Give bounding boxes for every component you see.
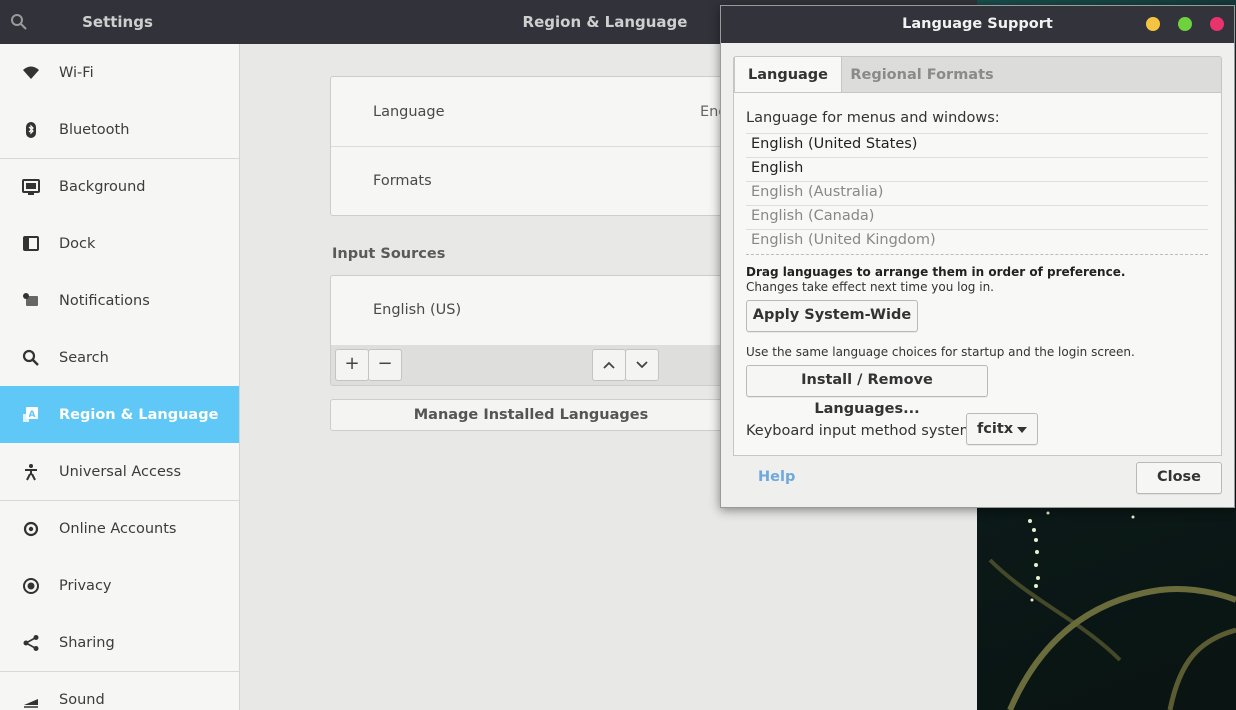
install-remove-languages-button[interactable]: Install / Remove Languages... — [746, 365, 988, 417]
formats-row-label[interactable]: Formats — [373, 173, 432, 189]
language-row-label[interactable]: Language — [373, 104, 445, 120]
language-list-item[interactable]: English (Australia) — [746, 181, 1208, 206]
input-method-label: Keyboard input method system: — [746, 423, 979, 439]
sidebar-item-label: Background — [59, 178, 146, 195]
language-name: English (Canada) — [751, 208, 875, 224]
language-formats-card: Language Eng Formats — [330, 76, 732, 216]
panel-title: Region & Language — [522, 13, 688, 31]
settings-sidebar: Wi-Fi Bluetooth Background Dock Notifica… — [0, 44, 240, 710]
svg-text:A: A — [29, 410, 36, 420]
search-icon[interactable] — [10, 13, 28, 31]
input-sources-toolbar: + − — [330, 345, 732, 386]
language-name: English (Australia) — [751, 184, 884, 200]
notifications-icon — [23, 292, 38, 306]
add-input-source-button[interactable]: + — [335, 349, 369, 381]
apply-system-wide-button[interactable]: Apply System-Wide — [746, 300, 918, 332]
drag-hint: Drag languages to arrange them in order … — [746, 265, 1126, 279]
language-name: English — [751, 160, 804, 176]
sidebar-item-label: Wi-Fi — [59, 64, 94, 81]
help-button[interactable]: Help — [758, 469, 795, 485]
input-method-select[interactable]: fcitx — [966, 413, 1038, 445]
language-tab-page: Language for menus and windows: English … — [733, 92, 1222, 456]
tab-bar: Language Regional Formats — [733, 56, 1222, 93]
search-icon — [22, 349, 39, 366]
sidebar-item-label: Bluetooth — [59, 121, 130, 138]
minimize-button[interactable] — [1146, 17, 1160, 31]
close-button[interactable]: Close — [1136, 462, 1222, 494]
input-sources-card: English (US) — [330, 275, 732, 346]
dropdown-arrow-icon — [1017, 427, 1027, 433]
sidebar-item-universal-access[interactable]: Universal Access — [0, 443, 239, 500]
language-list-item[interactable]: English (United States) — [746, 133, 1208, 158]
sidebar-item-bluetooth[interactable]: Bluetooth — [0, 101, 239, 158]
apply-hint: Use the same language choices for startu… — [746, 345, 1135, 359]
dialog-titlebar: Language Support — [721, 6, 1234, 43]
sidebar-item-background[interactable]: Background — [0, 158, 239, 215]
sidebar-item-label: Online Accounts — [59, 520, 177, 537]
sidebar-item-online-accounts[interactable]: Online Accounts — [0, 500, 239, 557]
chevron-up-icon — [603, 361, 615, 369]
sidebar-item-dock[interactable]: Dock — [0, 215, 239, 272]
dialog-notebook: Language Regional Formats Language for m… — [733, 56, 1222, 456]
language-name: English (United Kingdom) — [751, 232, 936, 248]
privacy-icon — [23, 577, 39, 594]
manage-installed-languages-button[interactable]: Manage Installed Languages — [330, 399, 732, 431]
sidebar-item-notifications[interactable]: Notifications — [0, 272, 239, 329]
sidebar-item-label: Sound — [59, 691, 105, 708]
chevron-down-icon — [636, 361, 648, 369]
language-list-item[interactable]: English (Canada) — [746, 205, 1208, 230]
remove-input-source-button[interactable]: − — [368, 349, 402, 381]
sidebar-item-label: Notifications — [59, 292, 150, 309]
sidebar-item-label: Dock — [59, 235, 96, 252]
move-up-button[interactable] — [592, 349, 626, 381]
wifi-icon — [23, 66, 39, 79]
close-window-button[interactable] — [1210, 17, 1224, 31]
input-method-value: fcitx — [977, 421, 1014, 437]
language-support-dialog: Language Support Language Regional Forma… — [720, 5, 1235, 508]
universal-access-icon — [25, 463, 37, 480]
menus-windows-label: Language for menus and windows: — [746, 110, 1000, 126]
language-list-item[interactable]: English — [746, 157, 1208, 182]
bluetooth-icon — [26, 121, 36, 138]
effect-hint: Changes take effect next time you log in… — [746, 280, 994, 294]
background-icon — [22, 178, 40, 195]
sidebar-item-label: Search — [59, 349, 109, 366]
language-name: English (United States) — [751, 136, 918, 152]
sidebar-item-privacy[interactable]: Privacy — [0, 557, 239, 614]
sidebar-item-sound[interactable]: Sound — [0, 671, 239, 710]
language-list-item[interactable]: English (United Kingdom) — [746, 229, 1208, 255]
sidebar-item-search[interactable]: Search — [0, 329, 239, 386]
sharing-icon — [23, 634, 39, 651]
maximize-button[interactable] — [1178, 17, 1192, 31]
input-sources-header: Input Sources — [332, 246, 446, 262]
sidebar-item-sharing[interactable]: Sharing — [0, 614, 239, 671]
card-divider — [331, 146, 731, 147]
sound-icon — [24, 698, 38, 708]
input-source-item[interactable]: English (US) — [373, 302, 461, 318]
tab-regional-formats[interactable]: Regional Formats — [842, 57, 1002, 93]
settings-title: Settings — [82, 13, 153, 31]
sidebar-item-label: Sharing — [59, 634, 115, 651]
dock-icon — [23, 235, 39, 251]
tab-language[interactable]: Language — [734, 57, 842, 93]
sidebar-item-label: Universal Access — [59, 463, 182, 480]
sidebar-item-wifi[interactable]: Wi-Fi — [0, 44, 239, 101]
sidebar-item-label: Region & Language — [59, 406, 219, 423]
move-down-button[interactable] — [625, 349, 659, 381]
online-accounts-icon — [23, 521, 39, 536]
region-language-icon: A — [23, 406, 38, 422]
sidebar-item-region-language[interactable]: A Region & Language — [0, 386, 239, 443]
sidebar-item-label: Privacy — [59, 577, 112, 594]
